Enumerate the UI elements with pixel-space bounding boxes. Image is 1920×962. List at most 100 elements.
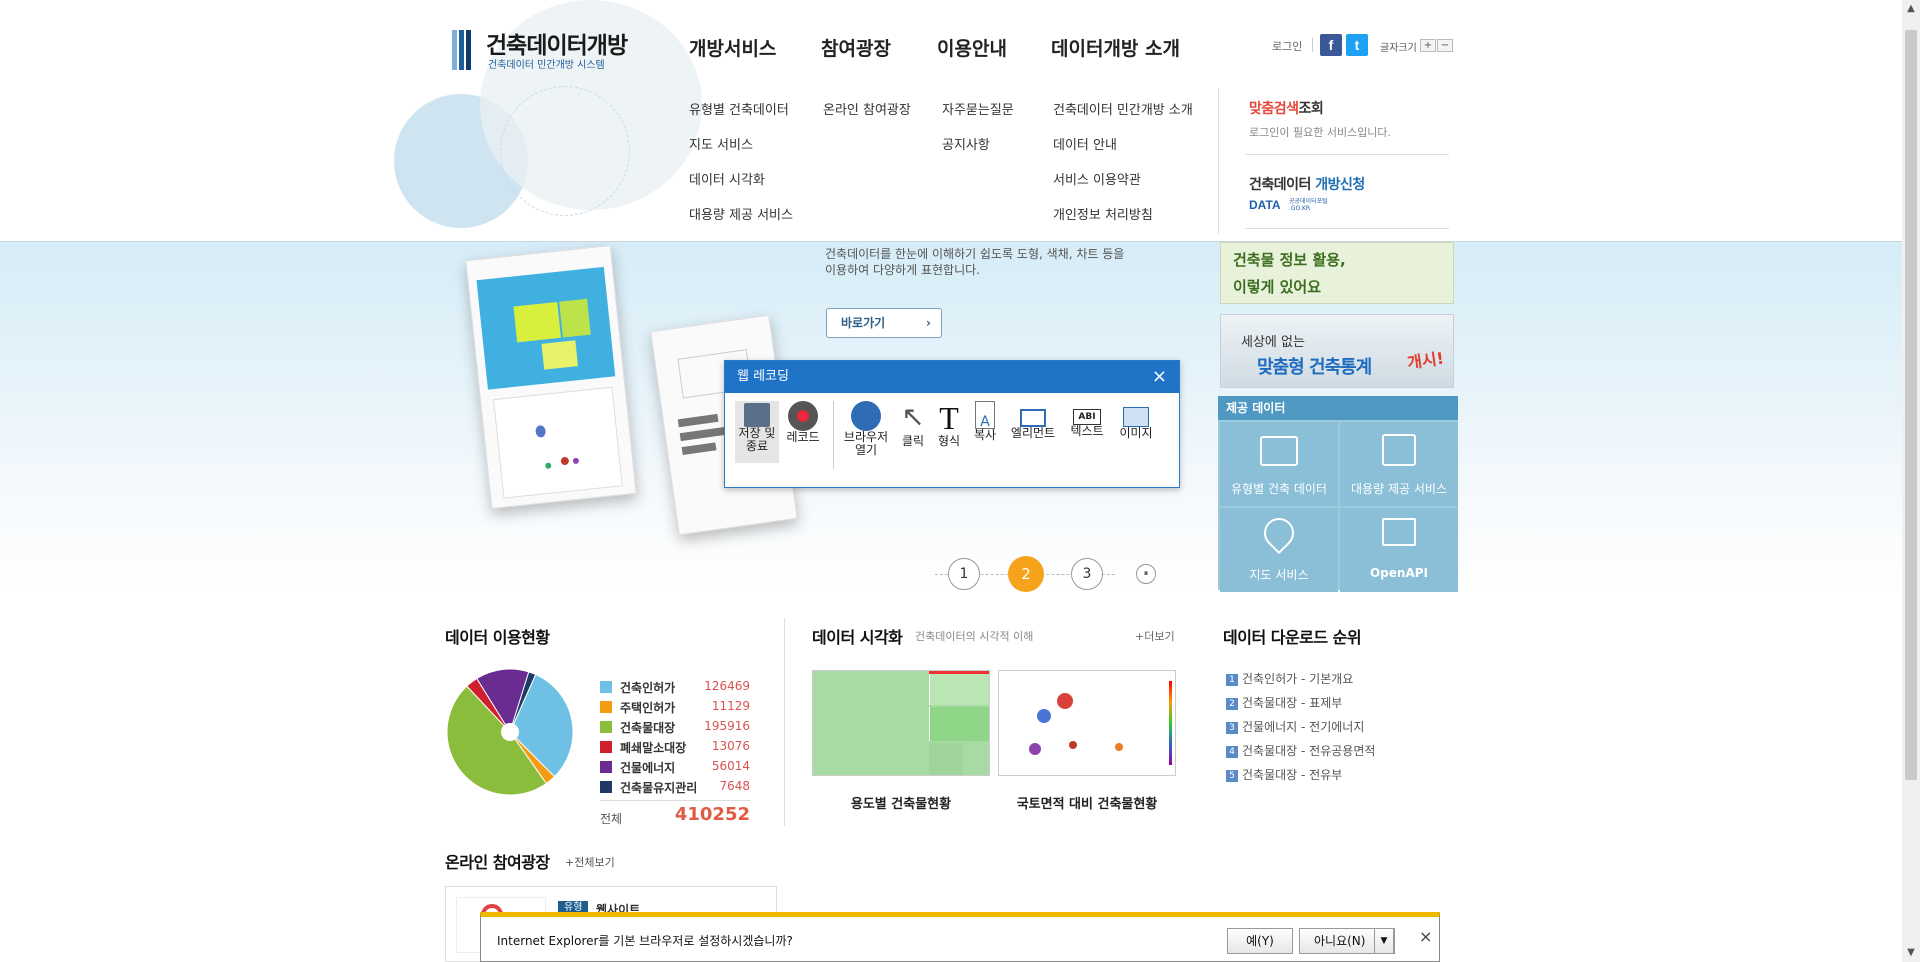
site-header: 건축데이터개방 건축데이터 민간개방 시스템 개방서비스 참여광장 이용안내 데… — [0, 0, 1902, 242]
rank-item[interactable]: 4 건축물대장 - 전유공용면적 — [1226, 742, 1375, 759]
viz-caption[interactable]: 국토면적 대비 건축물현황 — [998, 793, 1176, 812]
record-icon — [788, 401, 818, 431]
pager-dot[interactable]: 1 — [948, 558, 980, 590]
scroll-up-icon[interactable]: ▲ — [1902, 0, 1920, 18]
viz-thumb-usage[interactable] — [812, 670, 990, 776]
text-icon: ABI — [1073, 409, 1101, 425]
tool-label: 형식 — [937, 434, 961, 448]
service-bulk-data[interactable]: 대용량 제공 서비스 — [1340, 422, 1458, 506]
data-portal-logo[interactable]: DATA — [1249, 198, 1281, 212]
ie-yes-button[interactable]: 예(Y) — [1227, 928, 1293, 954]
tool-text[interactable]: ABI 텍스트 — [1065, 401, 1109, 438]
open-request-text: 건축데이터 — [1249, 177, 1316, 193]
rank-item[interactable]: 5 건축물대장 - 전유부 — [1226, 766, 1342, 783]
legend-row: 건축인허가 126469 — [600, 678, 750, 696]
submenu-item[interactable]: 지도 서비스 — [689, 134, 753, 153]
viz-thumb-land[interactable] — [998, 670, 1176, 776]
pager-dot[interactable]: 3 — [1071, 558, 1103, 590]
scroll-down-icon[interactable]: ▼ — [1902, 944, 1920, 962]
facebook-icon[interactable]: f — [1320, 34, 1342, 56]
legend-swatch — [600, 681, 612, 693]
submenu-item[interactable]: 데이터 안내 — [1053, 134, 1117, 153]
legend-label: 건축물유지관리 — [620, 781, 698, 795]
gnb-open-service[interactable]: 개방서비스 — [689, 34, 776, 61]
rank-label: 건축인허가 - 기본개요 — [1242, 672, 1354, 686]
submenu-item[interactable]: 서비스 이용약관 — [1053, 169, 1141, 188]
monitor-icon — [1382, 518, 1416, 546]
legend-swatch — [600, 741, 612, 753]
banner-info-usage[interactable]: 건축물 정보 활용, 이렇게 있어요 — [1220, 242, 1454, 304]
open-request-link[interactable]: 건축데이터 개방신청 — [1249, 174, 1365, 194]
online-more-link[interactable]: +전체보기 — [565, 854, 615, 870]
site-logo[interactable]: 건축데이터개방 건축데이터 민간개방 시스템 — [452, 26, 632, 74]
page: { "logo": {"title": "건축데이터개방", "subtitle… — [0, 0, 1920, 962]
legend-value: 7648 — [719, 779, 750, 793]
custom-search-link[interactable]: 맞춤검색조회 — [1249, 98, 1324, 118]
globe-icon — [851, 401, 881, 431]
pager-dot-active[interactable]: 2 — [1008, 556, 1044, 592]
archive-icon — [1382, 434, 1416, 466]
decorative-circle — [500, 86, 630, 216]
submenu-item[interactable]: 건축데이터 민간개방 소개 — [1053, 99, 1193, 118]
submenu-item[interactable]: 대용량 제공 서비스 — [689, 204, 793, 223]
service-map[interactable]: 지도 서비스 — [1220, 508, 1338, 592]
provide-data-title: 제공 데이터 — [1218, 396, 1458, 420]
web-recording-dialog: 웹 레코딩 × 저장 및 종료 레코드 브라우저 열기 ↖ 클릭 T 형식 A … — [724, 360, 1180, 488]
chevron-down-icon[interactable]: ▼ — [1374, 928, 1394, 954]
rank-item[interactable]: 1 건축인허가 - 기본개요 — [1226, 670, 1353, 687]
rank-item[interactable]: 2 건축물대장 - 표제부 — [1226, 694, 1342, 711]
vertical-scrollbar[interactable]: ▲ ▼ — [1902, 0, 1920, 962]
scroll-thumb[interactable] — [1905, 30, 1917, 780]
service-openapi[interactable]: OpenAPI — [1340, 508, 1458, 592]
online-title: 온라인 참여광장 — [445, 853, 550, 872]
tool-record[interactable]: 레코드 — [783, 401, 823, 444]
treemap-cell — [929, 671, 989, 674]
viz-caption[interactable]: 용도별 건축물현황 — [812, 793, 990, 812]
gnb-about[interactable]: 데이터개방 소개 — [1051, 34, 1180, 61]
banner-custom-stats[interactable]: 세상에 없는 맞춤형 건축통계 개시! — [1220, 314, 1454, 388]
submenu-item[interactable]: 공지사항 — [942, 134, 990, 153]
text-format-icon: T — [939, 400, 959, 436]
submenu-item[interactable]: 자주묻는질문 — [942, 99, 1014, 118]
rank-item[interactable]: 3 건물에너지 - 전기에너지 — [1226, 718, 1364, 735]
gnb-participation[interactable]: 참여광장 — [821, 34, 891, 61]
tool-open-browser[interactable]: 브라우저 열기 — [841, 401, 891, 457]
legend-row: 폐쇄말소대장 13076 — [600, 738, 750, 756]
divider — [1245, 228, 1449, 229]
submenu-item[interactable]: 데이터 시각화 — [689, 169, 765, 188]
legend-value: 11129 — [711, 699, 750, 713]
tool-element[interactable]: 엘리먼트 — [1007, 401, 1059, 440]
submenu-item[interactable]: 유형별 건축데이터 — [689, 99, 789, 118]
rank-badge: 4 — [1226, 745, 1238, 758]
save-icon — [744, 403, 770, 427]
tool-image[interactable]: 이미지 — [1115, 401, 1157, 440]
tool-format[interactable]: T 형식 — [933, 401, 965, 448]
tool-save-exit[interactable]: 저장 및 종료 — [735, 401, 779, 463]
service-label: 대용량 제공 서비스 — [1351, 482, 1447, 496]
pause-icon[interactable]: ⏸ — [1136, 564, 1156, 584]
login-link[interactable]: 로그인 — [1272, 38, 1302, 54]
font-decrease-button[interactable]: − — [1437, 39, 1453, 52]
viz-more-link[interactable]: +더보기 — [1135, 628, 1175, 644]
hero-go-label: 바로가기 — [841, 316, 886, 330]
legend-value: 126469 — [704, 679, 750, 693]
service-label: 지도 서비스 — [1249, 568, 1309, 582]
bar-thumb — [681, 442, 717, 456]
legend-value: 195916 — [704, 719, 750, 733]
tool-click[interactable]: ↖ 클릭 — [897, 401, 929, 448]
service-building-data[interactable]: 유형별 건축 데이터 — [1220, 422, 1338, 506]
submenu-item[interactable]: 개인정보 처리방침 — [1053, 204, 1153, 223]
close-icon[interactable]: × — [1419, 927, 1432, 946]
dialog-titlebar: 웹 레코딩 × — [725, 361, 1179, 393]
hero-go-button[interactable]: 바로가기 › — [826, 308, 942, 338]
close-icon[interactable]: × — [1152, 361, 1167, 393]
custom-search-accent: 맞춤검색 — [1249, 101, 1299, 117]
gnb-guide[interactable]: 이용안내 — [937, 34, 1007, 61]
treemap-cell — [513, 301, 561, 343]
font-increase-button[interactable]: + — [1420, 39, 1436, 52]
submenu-item[interactable]: 온라인 참여광장 — [823, 99, 911, 118]
banner-text: 건축물 정보 활용, 이렇게 있어요 — [1233, 251, 1346, 296]
tool-copy[interactable]: A 복사 — [969, 401, 1001, 442]
twitter-icon[interactable]: t — [1346, 34, 1368, 56]
bar-thumb — [677, 413, 719, 428]
